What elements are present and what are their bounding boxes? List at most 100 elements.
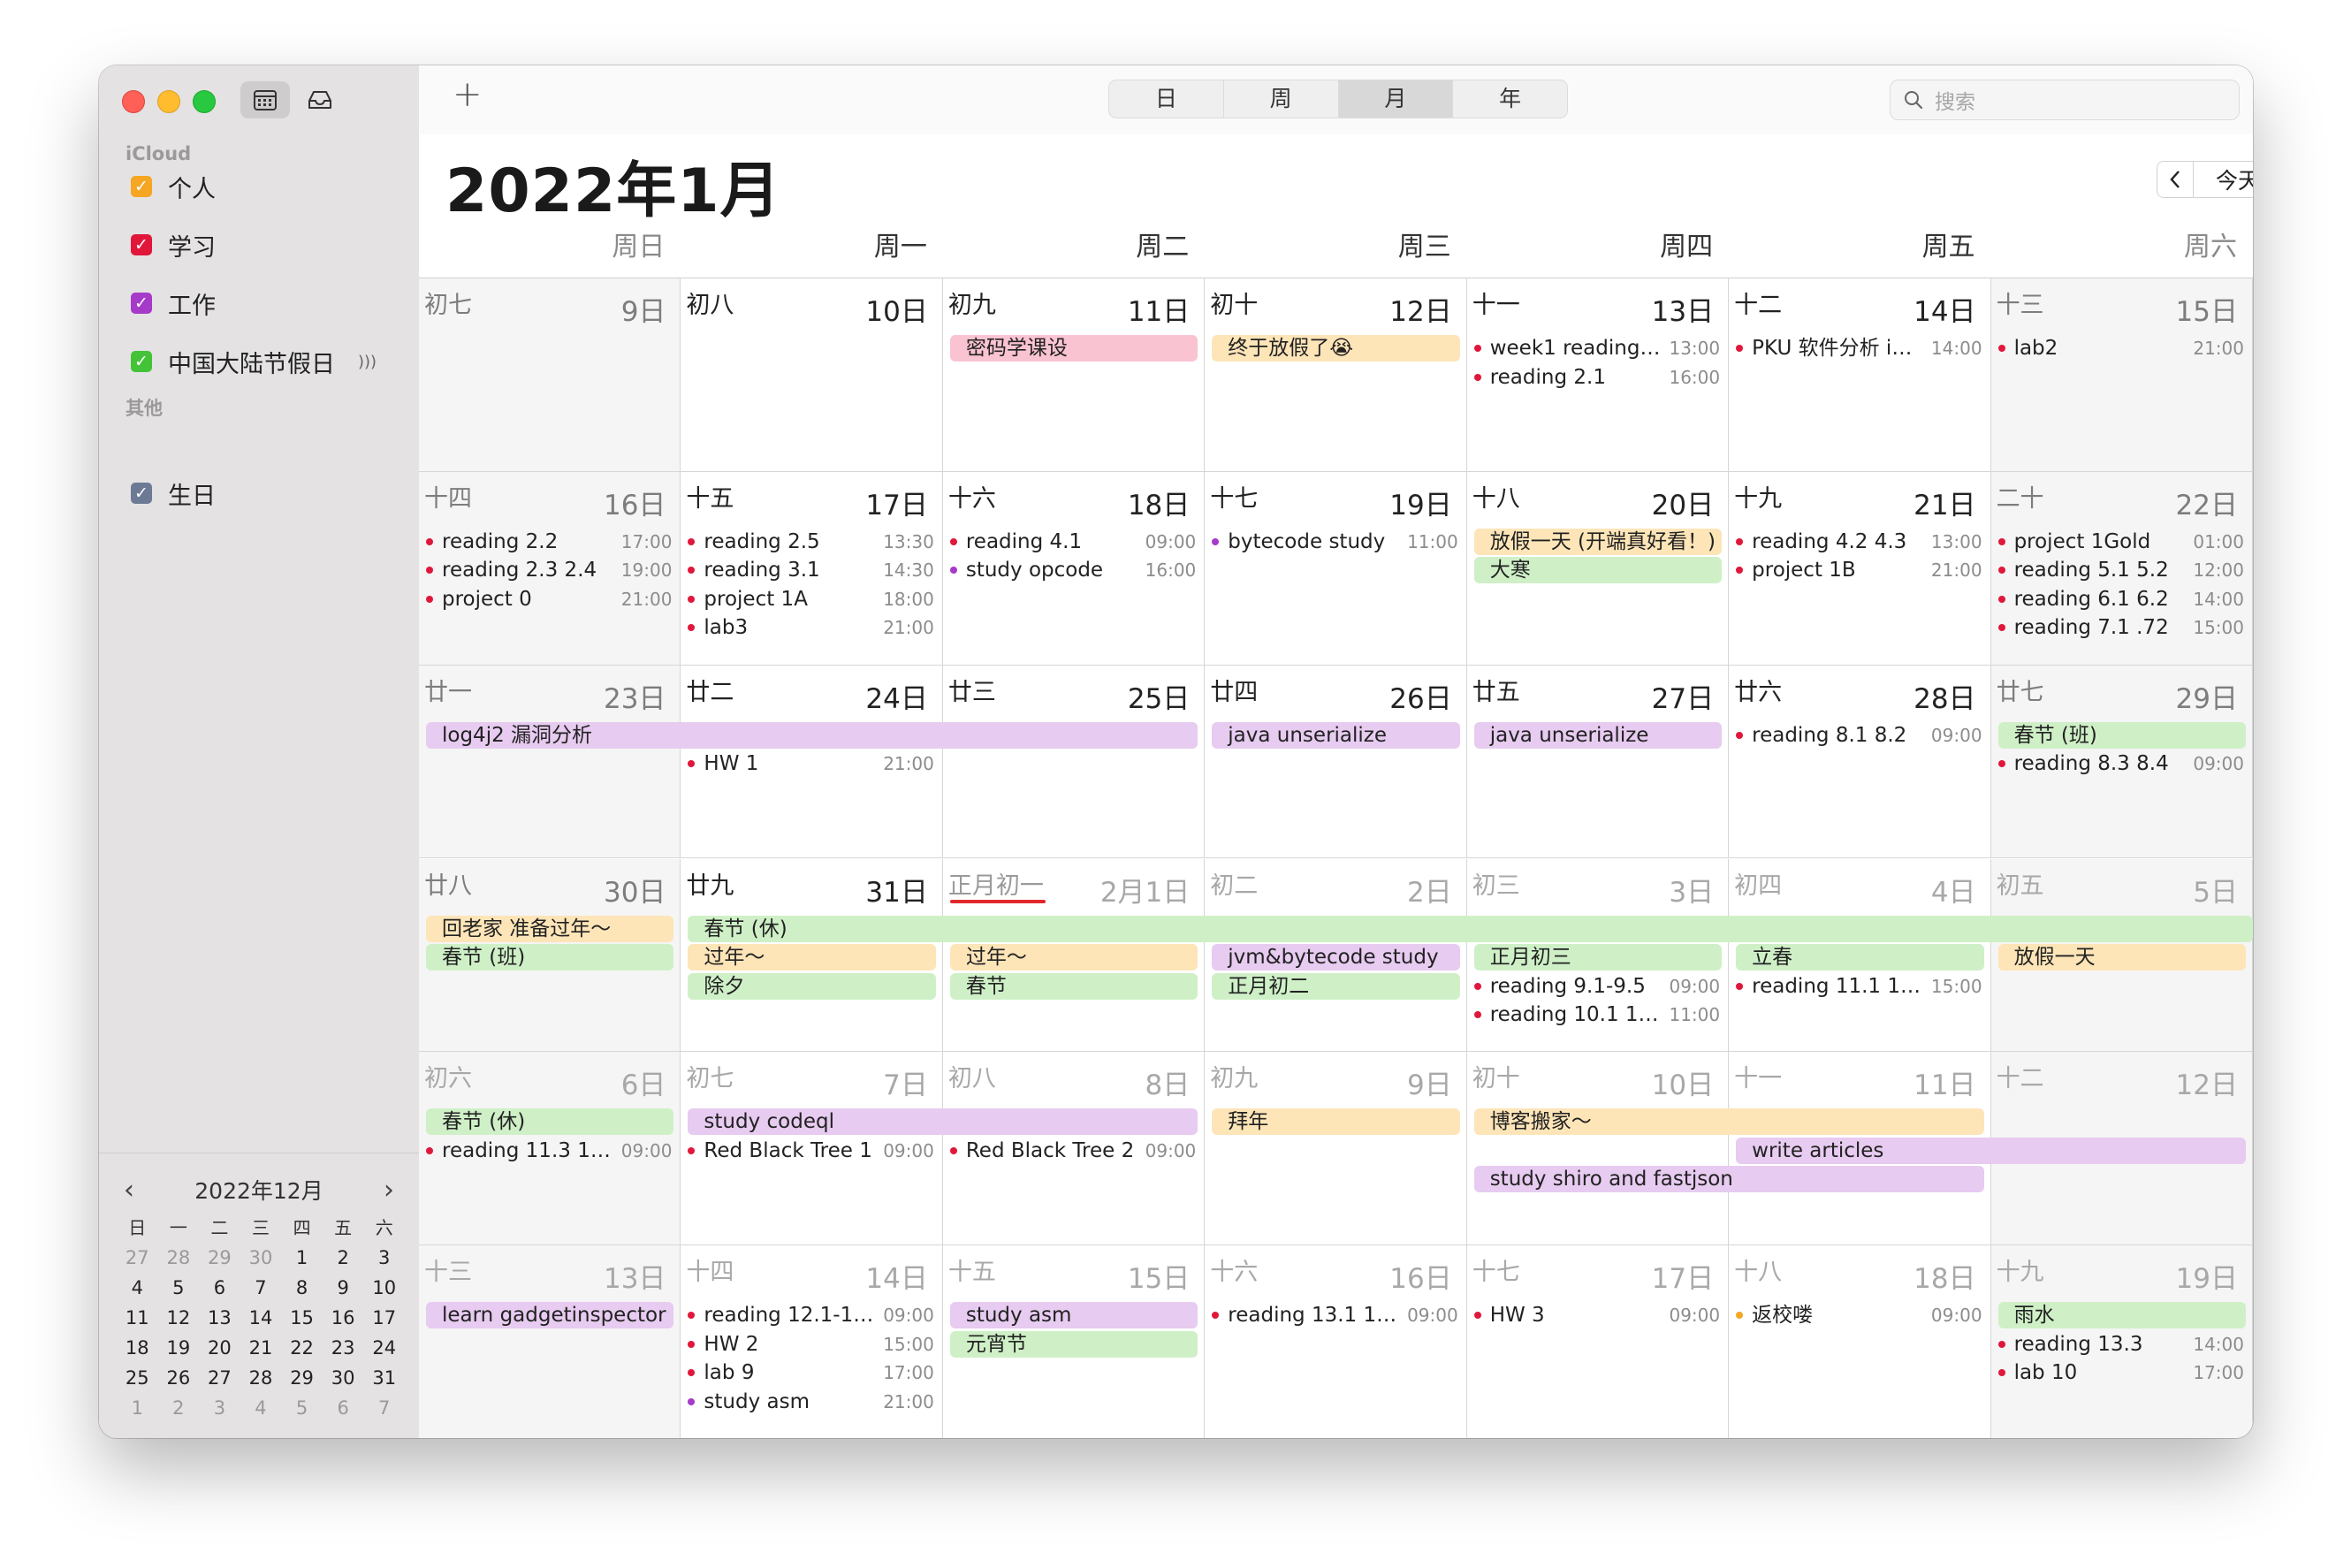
timed-event[interactable]: reading 4.1 09:00 <box>943 528 1205 556</box>
calendar-item[interactable]: ✓ 中国大陆节假日))) <box>131 344 377 379</box>
calendar-list-toggle-button[interactable] <box>240 81 290 118</box>
timed-event[interactable]: lab3 21:00 <box>681 613 942 642</box>
timed-event[interactable]: lab 9 17:00 <box>681 1359 942 1387</box>
timed-event[interactable]: HW 3 09:00 <box>1467 1301 1729 1329</box>
timed-event[interactable]: project 1Gold 01:00 <box>1991 528 2253 556</box>
all-day-event[interactable]: 春节 (休) <box>426 1108 674 1136</box>
calendar-item[interactable]: ✓ 学习 <box>131 227 216 263</box>
timed-event[interactable]: reading 4.2 4.3 13:00 <box>1729 528 1990 556</box>
all-day-event[interactable]: study shiro and fastjson <box>1473 1166 1984 1193</box>
mini-day[interactable]: 29 <box>281 1363 323 1393</box>
mini-day[interactable]: 2 <box>158 1393 200 1423</box>
all-day-event[interactable]: 放假一天 (开端真好看！) <box>1473 528 1723 555</box>
mini-day[interactable]: 8 <box>281 1273 323 1303</box>
mini-day[interactable]: 6 <box>323 1393 364 1423</box>
mini-day[interactable]: 3 <box>363 1243 405 1273</box>
all-day-event[interactable]: study asm <box>949 1302 1198 1329</box>
mini-day[interactable]: 6 <box>199 1273 240 1303</box>
all-day-event[interactable]: 放假一天 <box>1997 944 2246 970</box>
timed-event[interactable]: reading 8.1 8.2 09:00 <box>1729 721 1990 750</box>
all-day-event[interactable]: 终于放假了😭 <box>1212 335 1460 362</box>
search-field[interactable]: 搜索 <box>1890 80 2240 120</box>
today-button[interactable]: 今天 <box>2194 161 2253 198</box>
mini-day[interactable]: 2 <box>323 1243 364 1273</box>
calendar-checkbox[interactable]: ✓ <box>131 293 152 314</box>
timed-event[interactable]: reading 3.1 14:30 <box>681 556 942 584</box>
day-cell[interactable]: 十七 19日 <box>1205 471 1467 666</box>
timed-event[interactable]: study asm 21:00 <box>681 1388 942 1416</box>
mini-day[interactable]: 25 <box>117 1363 158 1393</box>
all-day-event[interactable]: 元宵节 <box>949 1330 1198 1358</box>
day-cell[interactable]: 十三 15日 <box>1990 278 2253 472</box>
day-cell[interactable]: 初十 12日 <box>1205 278 1467 472</box>
mini-day[interactable]: 1 <box>117 1393 158 1423</box>
mini-day[interactable]: 12 <box>158 1303 200 1333</box>
day-cell[interactable]: 初九 11日 <box>942 278 1206 472</box>
timed-event[interactable]: reading 8.3 8.4 09:00 <box>1991 750 2253 778</box>
timed-event[interactable]: reading 13.1 13.2 09:00 <box>1205 1301 1466 1329</box>
day-cell[interactable]: 廿六 28日 <box>1729 665 1991 859</box>
view-tab[interactable]: 月 <box>1338 80 1454 118</box>
timed-event[interactable]: Red Black Tree 2 09:00 <box>943 1137 1205 1165</box>
mini-day[interactable]: 22 <box>281 1333 323 1363</box>
close-window-button[interactable] <box>122 90 145 113</box>
mini-day[interactable]: 29 <box>199 1243 240 1273</box>
day-cell[interactable]: 初七 9日 <box>419 278 681 472</box>
all-day-event[interactable]: learn gadgetinspector <box>426 1302 674 1329</box>
mini-day[interactable]: 10 <box>363 1273 405 1303</box>
mini-prev-month-button[interactable]: ‹ <box>111 1175 147 1206</box>
all-day-event[interactable]: 正月初三 <box>1473 944 1723 970</box>
day-cell[interactable]: 廿四 26日 <box>1205 665 1467 859</box>
all-day-event[interactable]: 大寒 <box>1473 557 1723 584</box>
mini-day[interactable]: 7 <box>240 1273 282 1303</box>
mini-day[interactable]: 7 <box>363 1393 405 1423</box>
mini-day[interactable]: 26 <box>158 1363 200 1393</box>
mini-day[interactable]: 28 <box>158 1243 200 1273</box>
calendar-checkbox[interactable]: ✓ <box>131 176 152 197</box>
zoom-window-button[interactable] <box>193 90 216 113</box>
day-cell[interactable]: 廿一 23日 <box>419 665 681 859</box>
timed-event[interactable]: project 1A 18:00 <box>681 585 942 613</box>
mini-day[interactable]: 9 <box>323 1273 364 1303</box>
minimize-window-button[interactable] <box>157 90 180 113</box>
all-day-event[interactable]: study codeql <box>688 1108 1198 1136</box>
all-day-event[interactable]: 春节 (休) <box>688 915 2253 942</box>
mini-day[interactable]: 11 <box>117 1303 158 1333</box>
mini-day[interactable]: 17 <box>363 1303 405 1333</box>
mini-day[interactable]: 30 <box>240 1243 282 1273</box>
day-cell[interactable]: 初九 9日 <box>1205 1052 1467 1246</box>
mini-day[interactable]: 4 <box>117 1273 158 1303</box>
mini-day[interactable]: 5 <box>158 1273 200 1303</box>
timed-event[interactable]: reading 2.1 16:00 <box>1467 363 1729 392</box>
day-cell[interactable]: 十八 18日 <box>1729 1245 1991 1438</box>
calendar-checkbox[interactable]: ✓ <box>131 483 152 504</box>
calendar-item[interactable]: ✓ 个人 <box>131 169 216 204</box>
mini-day[interactable]: 4 <box>240 1393 282 1423</box>
timed-event[interactable]: 返校喽 09:00 <box>1729 1301 1990 1329</box>
day-cell[interactable]: 十六 16日 <box>1205 1245 1467 1438</box>
timed-event[interactable]: PKU 软件分析 intro 14:00 <box>1729 334 1990 362</box>
day-cell[interactable]: 十七 17日 <box>1466 1245 1730 1438</box>
day-cell[interactable]: 初十 10日 <box>1466 1052 1730 1246</box>
previous-month-button[interactable] <box>2157 161 2194 198</box>
all-day-event[interactable]: java unserialize <box>1212 721 1460 749</box>
calendar-item[interactable]: ✓ 工作 <box>131 285 216 321</box>
mini-day[interactable]: 23 <box>323 1333 364 1363</box>
timed-event[interactable]: HW 2 15:00 <box>681 1330 942 1359</box>
all-day-event[interactable]: 春节 (班) <box>426 944 674 970</box>
timed-event[interactable]: reading 7.1 .72 15:00 <box>1991 613 2253 642</box>
mini-day[interactable]: 27 <box>117 1243 158 1273</box>
timed-event[interactable]: reading 6.1 6.2 14:00 <box>1991 585 2253 613</box>
all-day-event[interactable]: 正月初二 <box>1212 972 1460 1000</box>
all-day-event[interactable]: jvm&bytecode study <box>1212 944 1460 970</box>
all-day-event[interactable]: 博客搬家～ <box>1473 1108 1984 1136</box>
all-day-event[interactable]: 雨水 <box>1997 1302 2246 1329</box>
timed-event[interactable]: reading 2.2 17:00 <box>419 528 681 556</box>
calendar-checkbox[interactable]: ✓ <box>131 234 152 255</box>
view-tab[interactable]: 年 <box>1453 80 1567 118</box>
mini-day[interactable]: 3 <box>199 1393 240 1423</box>
mini-day[interactable]: 24 <box>363 1333 405 1363</box>
mini-day[interactable]: 31 <box>363 1363 405 1393</box>
timed-event[interactable]: reading 13.3 14:00 <box>1991 1330 2253 1359</box>
mini-day[interactable]: 30 <box>323 1363 364 1393</box>
